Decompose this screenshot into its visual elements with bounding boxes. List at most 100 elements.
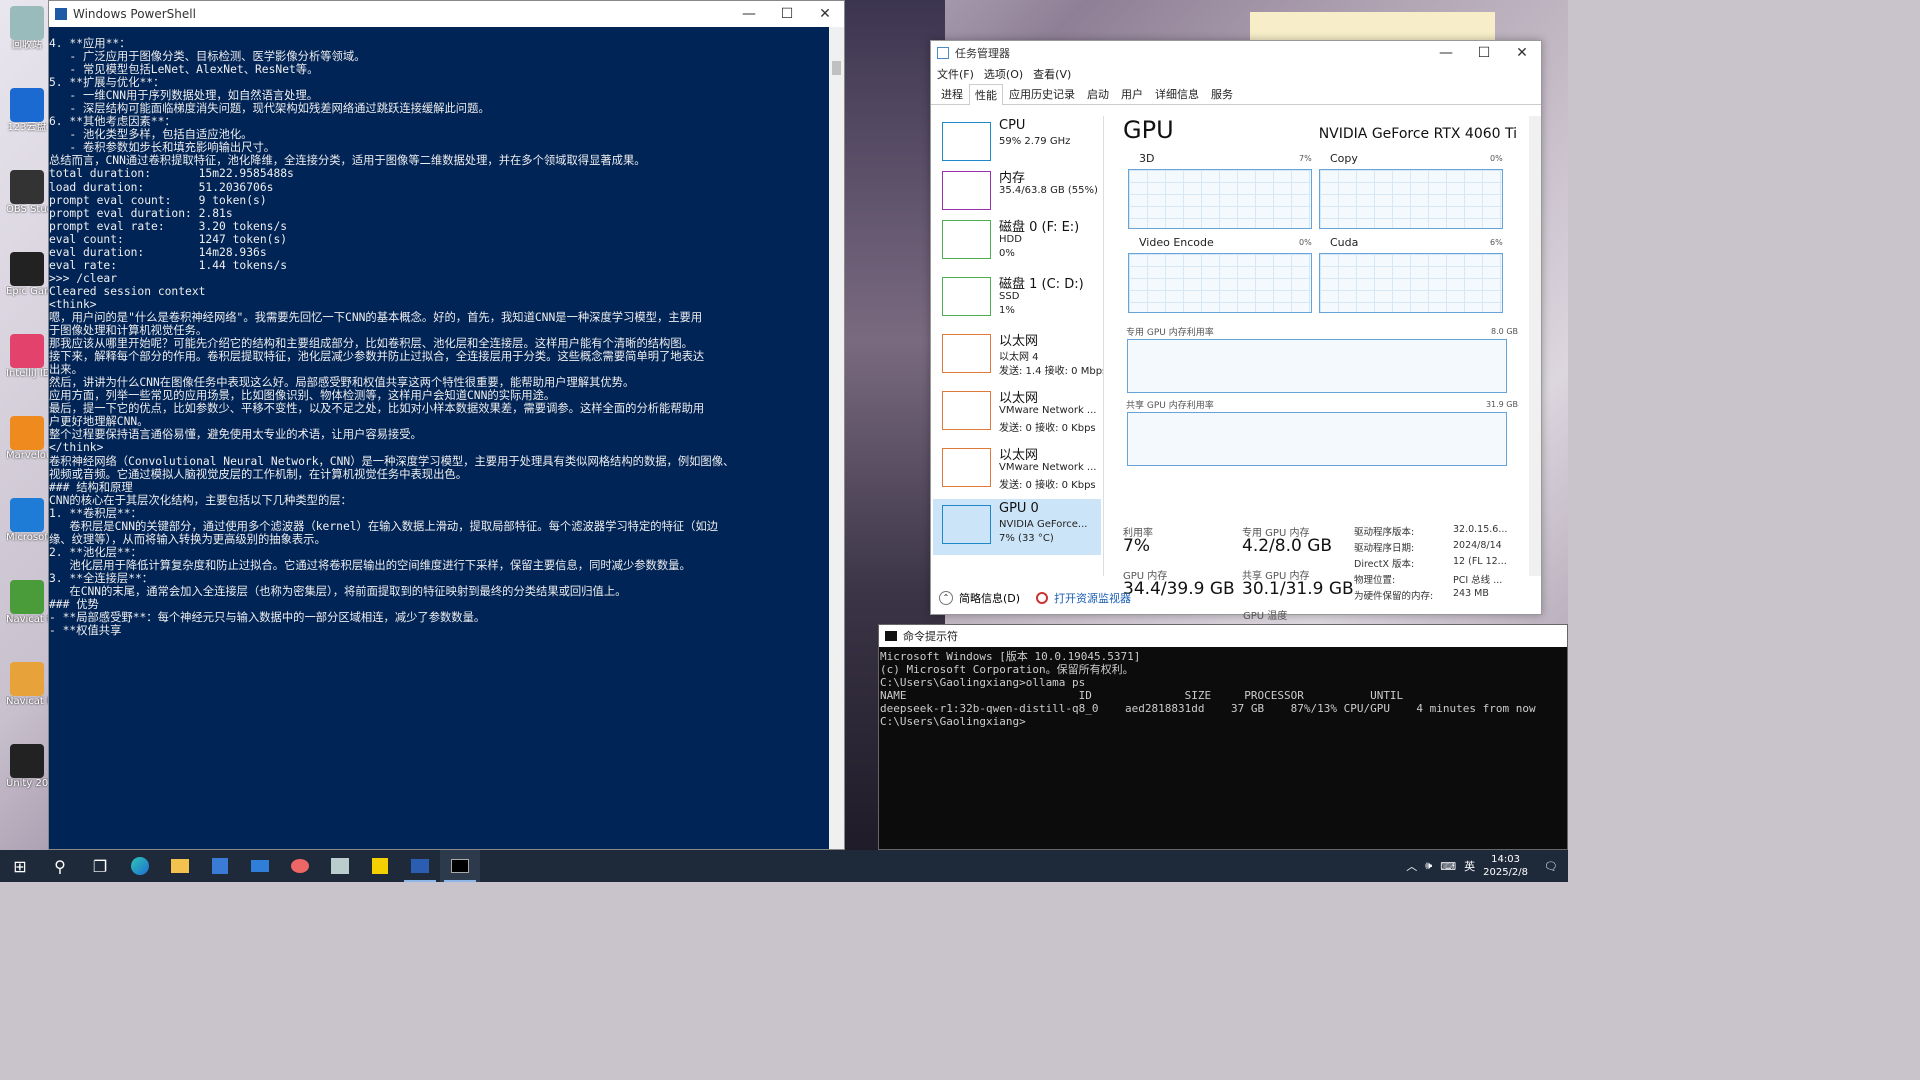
desktop-icon[interactable]: Epic Games Launcher xyxy=(6,252,48,298)
app-icon[interactable] xyxy=(280,850,320,882)
taskbar: ⊞ ⚲ ❐ ︿ 🕪 ⌨ 英 14:03 2025/2/8 🗨 xyxy=(0,850,1568,882)
perf-item[interactable]: 磁盘 0 (F: E:) HDD 0% xyxy=(933,214,1101,270)
close-button[interactable]: ✕ xyxy=(1503,45,1541,61)
file-explorer-icon[interactable] xyxy=(160,850,200,882)
minimize-button[interactable]: — xyxy=(1427,45,1465,61)
tab-item[interactable]: 启动 xyxy=(1081,83,1115,104)
powershell-titlebar[interactable]: Windows PowerShell — ☐ ✕ xyxy=(49,1,844,27)
console-line: ### 结构和原理 xyxy=(49,480,133,494)
cmd-title: 命令提示符 xyxy=(903,630,958,643)
taskmgr-window[interactable]: 任务管理器 — ☐ ✕ 文件(F) 选项(O) 查看(V) 进程 性能 应用历史记录 启动… xyxy=(930,40,1542,622)
stat-value: 4.2/8.0 GB xyxy=(1242,536,1333,556)
start-icon[interactable]: ⊞ xyxy=(0,850,40,882)
powershell-console[interactable]: 4. **应用**： - 广泛应用于图像分类、目标检测、医学影像分析等领域。 -… xyxy=(49,27,831,849)
tab-item[interactable]: 详细信息 xyxy=(1149,83,1205,104)
shared-mem-label: 共享 GPU 内存利用率 xyxy=(1126,401,1214,411)
console-line: load duration: 51.2036706s xyxy=(49,180,274,194)
tab-item[interactable]: 应用历史记录 xyxy=(1003,83,1081,104)
perf-item[interactable]: 内存 35.4/63.8 GB (55%) xyxy=(933,165,1101,221)
desktop-icon[interactable]: Navicat Premium xyxy=(6,662,48,708)
cmd-titlebar[interactable]: 命令提示符 xyxy=(879,625,1567,647)
desktop-icon[interactable]: Unity 2019.4.40 xyxy=(6,744,48,790)
perf-item[interactable]: 磁盘 1 (C: D:) SSD 1% xyxy=(933,271,1101,327)
volume-icon[interactable]: 🕪 xyxy=(1425,859,1432,873)
perf-item[interactable]: 以太网 以太网 4 发送: 1.4 接收: 0 Mbps xyxy=(933,328,1103,384)
tab-item[interactable]: 性能 xyxy=(969,84,1003,105)
console-line: eval duration: 14m28.936s xyxy=(49,245,267,259)
task-view-icon[interactable]: ❐ xyxy=(80,850,120,882)
perf-item-sub: SSD xyxy=(999,291,1020,302)
tab-item[interactable]: 服务 xyxy=(1205,83,1239,104)
console-line: NAME ID SIZE PROCESSOR UNTIL xyxy=(880,689,1404,702)
perf-item[interactable]: 以太网 VMware Network ... 发送: 0 接收: 0 Kbps xyxy=(933,385,1101,441)
fewer-details-link[interactable]: 简略信息(D) xyxy=(959,590,1020,606)
app-icon xyxy=(10,498,44,532)
search-icon[interactable]: ⚲ xyxy=(40,850,80,882)
desktop-icon[interactable]: 123云盘 xyxy=(6,88,48,134)
clock[interactable]: 14:03 2025/2/8 xyxy=(1483,853,1528,879)
console-line: - **权值共享 xyxy=(49,624,122,638)
cmd-console[interactable]: Microsoft Windows [版本 10.0.19045.5371] (c… xyxy=(879,647,1567,728)
menu-item[interactable]: 选项(O) xyxy=(984,66,1023,82)
powershell-taskbar-icon[interactable] xyxy=(400,850,440,882)
desktop-icon-label: Navicat for MySQL xyxy=(6,614,48,625)
console-line: 在CNN的末尾，通常会加入全连接层（也称为密集层），将前面提取到的特征映射到最终… xyxy=(49,584,627,598)
tab-item[interactable]: 用户 xyxy=(1115,83,1149,104)
console-line: 那我应该从哪里开始呢？可能先介绍它的结构和主要组成部分，比如卷积层、池化层和全连… xyxy=(49,337,693,351)
engine-label[interactable]: Video Encode xyxy=(1127,236,1214,249)
cmd-window[interactable]: 命令提示符 Microsoft Windows [版本 10.0.19045.5… xyxy=(878,624,1568,850)
perf-item-sub2: 发送: 0 接收: 0 Kbps xyxy=(999,480,1096,491)
scrollbar-thumb[interactable] xyxy=(832,61,841,75)
store-icon[interactable] xyxy=(200,850,240,882)
desktop-icon-label: OBS Studio xyxy=(6,204,48,215)
perf-thumb xyxy=(942,334,991,373)
gpu-model: NVIDIA GeForce RTX 4060 Ti xyxy=(1318,126,1517,142)
minimize-button[interactable]: — xyxy=(730,6,768,22)
powershell-scrollbar[interactable] xyxy=(829,27,844,849)
engine-label[interactable]: 3D xyxy=(1127,152,1154,165)
engine-label[interactable]: Copy xyxy=(1318,152,1358,165)
console-line: - 池化类型多样，包括自适应池化。 xyxy=(49,128,253,142)
engine-label[interactable]: Cuda xyxy=(1318,236,1358,249)
info-label: 驱动程序日期: xyxy=(1354,543,1415,554)
console-line: 5. **扩展与优化**： xyxy=(49,76,165,90)
desktop-icon[interactable]: IntelliJ IDEA Community xyxy=(6,334,48,380)
console-line: 3. **全连接层**： xyxy=(49,571,154,585)
perf-item[interactable]: CPU 59% 2.79 GHz xyxy=(933,116,1101,172)
engine-pct: 0% xyxy=(1490,154,1503,163)
ime-indicator[interactable]: 英 xyxy=(1464,858,1475,874)
maximize-button[interactable]: ☐ xyxy=(768,6,806,22)
menu-item[interactable]: 查看(V) xyxy=(1033,66,1071,82)
notification-icon[interactable]: 🗨 xyxy=(1544,860,1558,873)
desktop-icon[interactable]: Microsoft Edge xyxy=(6,498,48,544)
desktop-icon[interactable]: Navicat for MySQL xyxy=(6,580,48,626)
edge-icon[interactable] xyxy=(120,850,160,882)
keyboard-icon[interactable]: ⌨ xyxy=(1440,860,1456,873)
chevron-up-icon[interactable]: ︿ xyxy=(1406,858,1417,874)
cmd-taskbar-icon[interactable] xyxy=(440,850,480,882)
menu-item[interactable]: 文件(F) xyxy=(937,66,974,82)
close-button[interactable]: ✕ xyxy=(806,6,844,22)
chevron-up-icon[interactable]: ⌃ xyxy=(939,591,953,605)
app2-icon[interactable] xyxy=(320,850,360,882)
tab-item[interactable]: 进程 xyxy=(935,83,969,104)
sticky-notes-icon[interactable] xyxy=(360,850,400,882)
console-line: 视频或音频。它通过模拟人脑视觉皮层的工作机制，在计算机视觉任务中表现出色。 xyxy=(49,467,467,481)
taskmgr-menu: 文件(F) 选项(O) 查看(V) xyxy=(931,65,1541,83)
console-line: 缘、纹理等），从而将输入转换为更高级别的抽象表示。 xyxy=(49,532,326,546)
console-line: 6. **其他考虑因素**： xyxy=(49,115,176,129)
desktop-icon[interactable]: OBS Studio xyxy=(6,170,48,216)
engine-graph xyxy=(1319,253,1503,313)
console-line: CNN的核心在于其层次化结构，主要包括以下几种类型的层： xyxy=(49,493,352,507)
perf-item[interactable]: GPU 0 NVIDIA GeForce... 7% (33 °C) xyxy=(933,499,1101,555)
powershell-window[interactable]: Windows PowerShell — ☐ ✕ 4. **应用**： - 广泛… xyxy=(48,0,845,850)
resource-monitor-link[interactable]: 打开资源监视器 xyxy=(1054,590,1131,606)
maximize-button[interactable]: ☐ xyxy=(1465,45,1503,61)
taskmgr-titlebar[interactable]: 任务管理器 — ☐ ✕ xyxy=(931,41,1541,65)
taskmgr-scrollbar[interactable] xyxy=(1529,116,1541,576)
desktop-icon[interactable]: Marvelous Designer xyxy=(6,416,48,462)
perf-item[interactable]: 以太网 VMware Network ... 发送: 0 接收: 0 Kbps xyxy=(933,442,1101,498)
mail-icon[interactable] xyxy=(240,850,280,882)
perf-item-title: 以太网 xyxy=(999,391,1039,406)
desktop-icon[interactable]: 回收站 xyxy=(6,6,48,52)
